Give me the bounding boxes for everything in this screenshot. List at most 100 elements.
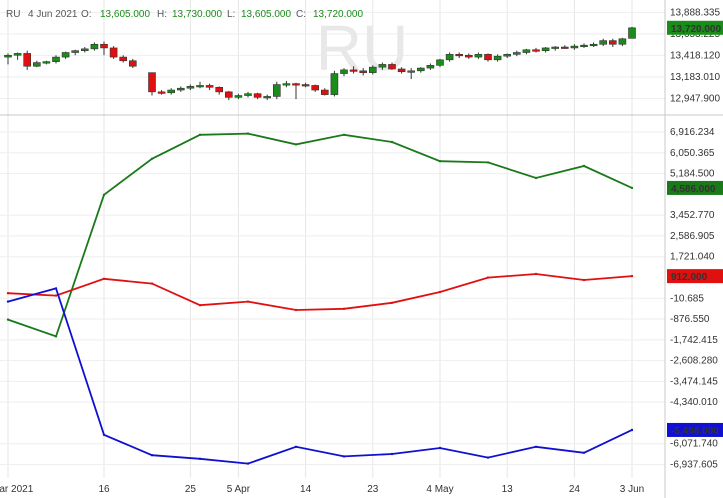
candle-body <box>109 47 118 58</box>
close-value: 13,720.000 <box>313 9 363 20</box>
candle-body <box>397 68 406 73</box>
candle-body <box>388 64 396 70</box>
series-point <box>486 161 490 164</box>
series-point <box>54 335 58 338</box>
candle-body <box>618 38 627 45</box>
candle-body <box>426 65 435 69</box>
last-price-label: 13,720.000 <box>671 24 721 35</box>
candle-body <box>61 52 70 58</box>
series-point <box>582 164 586 168</box>
candle-body <box>320 89 329 95</box>
indicator-tick-label: -3,474.145 <box>670 376 718 387</box>
candle-body <box>186 86 195 89</box>
candle-body <box>282 83 291 86</box>
x-tick-label: 13 <box>502 484 514 495</box>
price-tick-label: 13,183.010 <box>670 72 720 83</box>
candle-body <box>493 55 502 61</box>
candle-body <box>234 95 243 98</box>
indicator-tick-label: -876.550 <box>670 314 710 325</box>
candle-body <box>52 56 60 62</box>
candle-body <box>148 72 156 93</box>
candle-body <box>225 91 233 98</box>
y-axis: 13,888.33513,653.22513,418.12013,183.010… <box>670 7 720 470</box>
series-point <box>390 452 394 456</box>
candle-body <box>608 40 617 45</box>
indicator-tick-label: -10.685 <box>670 293 704 304</box>
series-point <box>198 457 202 460</box>
series-point <box>6 292 10 295</box>
candle-body <box>119 56 127 62</box>
candle-body <box>177 87 185 91</box>
high-value: 13,730.000 <box>172 9 222 20</box>
candle-body <box>512 52 521 55</box>
candle-body <box>436 59 444 66</box>
candle-body <box>407 70 416 73</box>
price-tick-label: 12,947.900 <box>670 93 720 104</box>
x-tick-label: 16 <box>98 484 110 495</box>
candle-body <box>244 93 252 96</box>
watermark: RU <box>316 12 408 84</box>
high-label: H: <box>157 9 167 20</box>
candle-body <box>13 53 22 56</box>
close-label: C: <box>296 9 306 20</box>
x-tick-label: 5 Mar 2021 <box>0 484 34 495</box>
series-point <box>198 304 202 307</box>
x-tick-label: 3 Jun <box>620 484 644 495</box>
series-point <box>390 140 394 144</box>
series-point <box>246 132 250 135</box>
candle-body <box>205 85 214 88</box>
x-tick-label: 25 <box>185 484 197 495</box>
candle-body <box>4 54 12 58</box>
x-tick-label: 24 <box>569 484 581 495</box>
candle-body <box>359 70 368 73</box>
indicator-tick-label: -1,742.415 <box>670 335 718 346</box>
candle-body <box>301 84 310 87</box>
candle-body <box>445 54 454 61</box>
indicator-tick-label: 6,050.365 <box>670 148 715 159</box>
candle-body <box>628 27 636 39</box>
series-point <box>582 278 586 282</box>
candle-body <box>71 50 79 53</box>
candle-body <box>100 43 108 49</box>
candle-body <box>416 67 425 72</box>
candle-body <box>570 45 579 49</box>
series-point <box>294 143 298 146</box>
series-point <box>630 186 634 190</box>
candle-body <box>503 54 512 57</box>
series-point <box>342 307 346 310</box>
series-point <box>534 445 538 448</box>
series-point <box>6 318 10 321</box>
series-point <box>438 290 442 294</box>
indicator-tick-label: -6,071.740 <box>670 439 718 450</box>
candle-body <box>330 73 339 95</box>
open-label: O: <box>81 9 92 20</box>
candle-body <box>349 69 358 72</box>
series-point <box>54 294 58 297</box>
candle-body <box>263 96 272 99</box>
candle-body <box>292 83 300 86</box>
series-point <box>294 308 298 312</box>
series-point <box>6 300 10 303</box>
candle-body <box>90 43 99 50</box>
series-point <box>534 272 538 276</box>
series-point <box>486 276 490 279</box>
candle-body <box>551 46 560 49</box>
indicator-tick-label: -2,608.280 <box>670 356 718 367</box>
indicator-tick-label: 3,452.770 <box>670 210 715 221</box>
candle-body <box>464 54 473 58</box>
candle-body <box>455 54 464 57</box>
series-point <box>150 282 154 285</box>
series-point <box>582 451 586 454</box>
low-value: 13,605.000 <box>241 9 291 20</box>
series-point <box>438 160 442 163</box>
x-tick-label: 5 Apr <box>227 484 251 495</box>
candle-body <box>599 40 608 45</box>
candle-body <box>129 60 137 67</box>
series-point <box>630 274 634 278</box>
candle-body <box>560 46 569 49</box>
candle-body <box>81 48 89 51</box>
series-point <box>438 446 442 450</box>
series-point <box>246 462 250 465</box>
low-label: L: <box>227 9 235 20</box>
x-tick-label: 14 <box>300 484 312 495</box>
